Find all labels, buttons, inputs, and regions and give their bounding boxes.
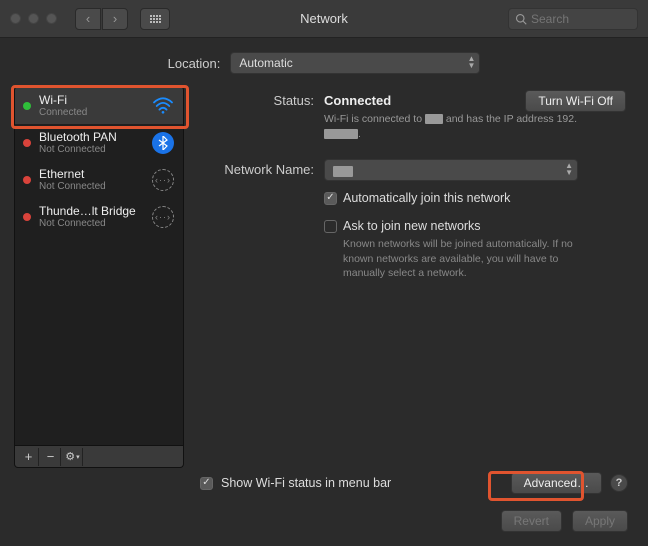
search-icon	[515, 13, 527, 25]
close-icon[interactable]	[10, 13, 21, 24]
network-name-label: Network Name:	[198, 159, 324, 280]
status-label: Status:	[198, 90, 324, 141]
redacted-ip	[324, 129, 358, 139]
status-dot-icon	[23, 176, 31, 184]
checkbox-icon[interactable]	[200, 477, 213, 490]
sidebar-item-name: Thunde…lt Bridge	[39, 204, 143, 218]
network-name-select[interactable]: ▲▼	[324, 159, 578, 181]
updown-icon: ▲▼	[565, 162, 573, 176]
sidebar-item-sub: Not Connected	[39, 218, 143, 229]
show-all-button[interactable]	[140, 8, 170, 30]
auto-join-label: Automatically join this network	[343, 191, 510, 205]
location-row: Location: Automatic ▲▼	[0, 38, 648, 86]
grid-icon	[150, 15, 161, 23]
bluetooth-icon	[151, 131, 175, 155]
search-input[interactable]	[531, 12, 621, 26]
sidebar-column: Wi-Fi Connected Bluetooth PAN Not Connec…	[14, 86, 184, 468]
sidebar-item-sub: Not Connected	[39, 181, 143, 192]
bottom-row: Show Wi-Fi status in menu bar Advanced… …	[0, 468, 648, 504]
ask-join-row[interactable]: Ask to join new networks	[324, 219, 628, 233]
status-description: Wi-Fi is connected to and has the IP add…	[324, 112, 584, 141]
interface-list: Wi-Fi Connected Bluetooth PAN Not Connec…	[14, 86, 184, 446]
auto-join-row[interactable]: Automatically join this network	[324, 191, 628, 205]
wifi-toggle-button[interactable]: Turn Wi-Fi Off	[525, 90, 626, 112]
nav-buttons: ‹ ›	[75, 8, 128, 30]
back-button[interactable]: ‹	[75, 8, 101, 30]
status-dot-icon	[23, 139, 31, 147]
network-prefs-window: ‹ › Network Location: Automatic ▲▼	[0, 0, 648, 546]
status-dot-icon	[23, 102, 31, 110]
sidebar-item-sub: Not Connected	[39, 144, 143, 155]
sidebar-item-name: Wi-Fi	[39, 93, 143, 107]
sidebar-item-thunderbolt[interactable]: Thunde…lt Bridge Not Connected ‹··›	[15, 198, 183, 235]
sidebar-item-ethernet[interactable]: Ethernet Not Connected ‹··›	[15, 161, 183, 198]
forward-button[interactable]: ›	[102, 8, 128, 30]
revert-button[interactable]: Revert	[501, 510, 562, 532]
content-body: Wi-Fi Connected Bluetooth PAN Not Connec…	[0, 86, 648, 468]
ask-join-label: Ask to join new networks	[343, 219, 481, 233]
remove-interface-button[interactable]: −	[41, 448, 61, 466]
sidebar-item-name: Bluetooth PAN	[39, 130, 143, 144]
sidebar-item-name: Ethernet	[39, 167, 143, 181]
traffic-lights	[10, 13, 57, 24]
minimize-icon[interactable]	[28, 13, 39, 24]
wifi-icon	[151, 94, 175, 118]
search-field[interactable]	[508, 8, 638, 30]
show-status-label: Show Wi-Fi status in menu bar	[221, 476, 503, 490]
footer: Revert Apply	[0, 504, 648, 546]
ethernet-icon: ‹··›	[151, 205, 175, 229]
advanced-button[interactable]: Advanced…	[511, 472, 602, 494]
zoom-icon[interactable]	[46, 13, 57, 24]
interface-actions-button[interactable]: ⚙︎▾	[63, 448, 83, 466]
location-value: Automatic	[239, 56, 292, 70]
checkbox-icon[interactable]	[324, 192, 337, 205]
help-button[interactable]: ?	[610, 474, 628, 492]
ethernet-icon: ‹··›	[151, 168, 175, 192]
status-value: Connected	[324, 90, 391, 108]
add-interface-button[interactable]: +	[19, 448, 39, 466]
checkbox-icon[interactable]	[324, 220, 337, 233]
sidebar-footer: + − ⚙︎▾	[14, 446, 184, 468]
updown-icon: ▲▼	[467, 55, 475, 69]
network-name-value	[333, 163, 353, 177]
redacted-ssid	[333, 166, 353, 177]
ask-join-description: Known networks will be joined automatica…	[343, 237, 603, 280]
location-select[interactable]: Automatic ▲▼	[230, 52, 480, 74]
redacted-ssid	[425, 114, 443, 124]
sidebar-item-sub: Connected	[39, 107, 143, 118]
apply-button[interactable]: Apply	[572, 510, 628, 532]
sidebar-item-wifi[interactable]: Wi-Fi Connected	[15, 87, 183, 124]
status-dot-icon	[23, 213, 31, 221]
location-label: Location:	[168, 56, 221, 71]
titlebar: ‹ › Network	[0, 0, 648, 38]
main-panel: Status: Connected Turn Wi-Fi Off Wi-Fi i…	[192, 86, 634, 468]
sidebar-item-bluetooth[interactable]: Bluetooth PAN Not Connected	[15, 124, 183, 161]
